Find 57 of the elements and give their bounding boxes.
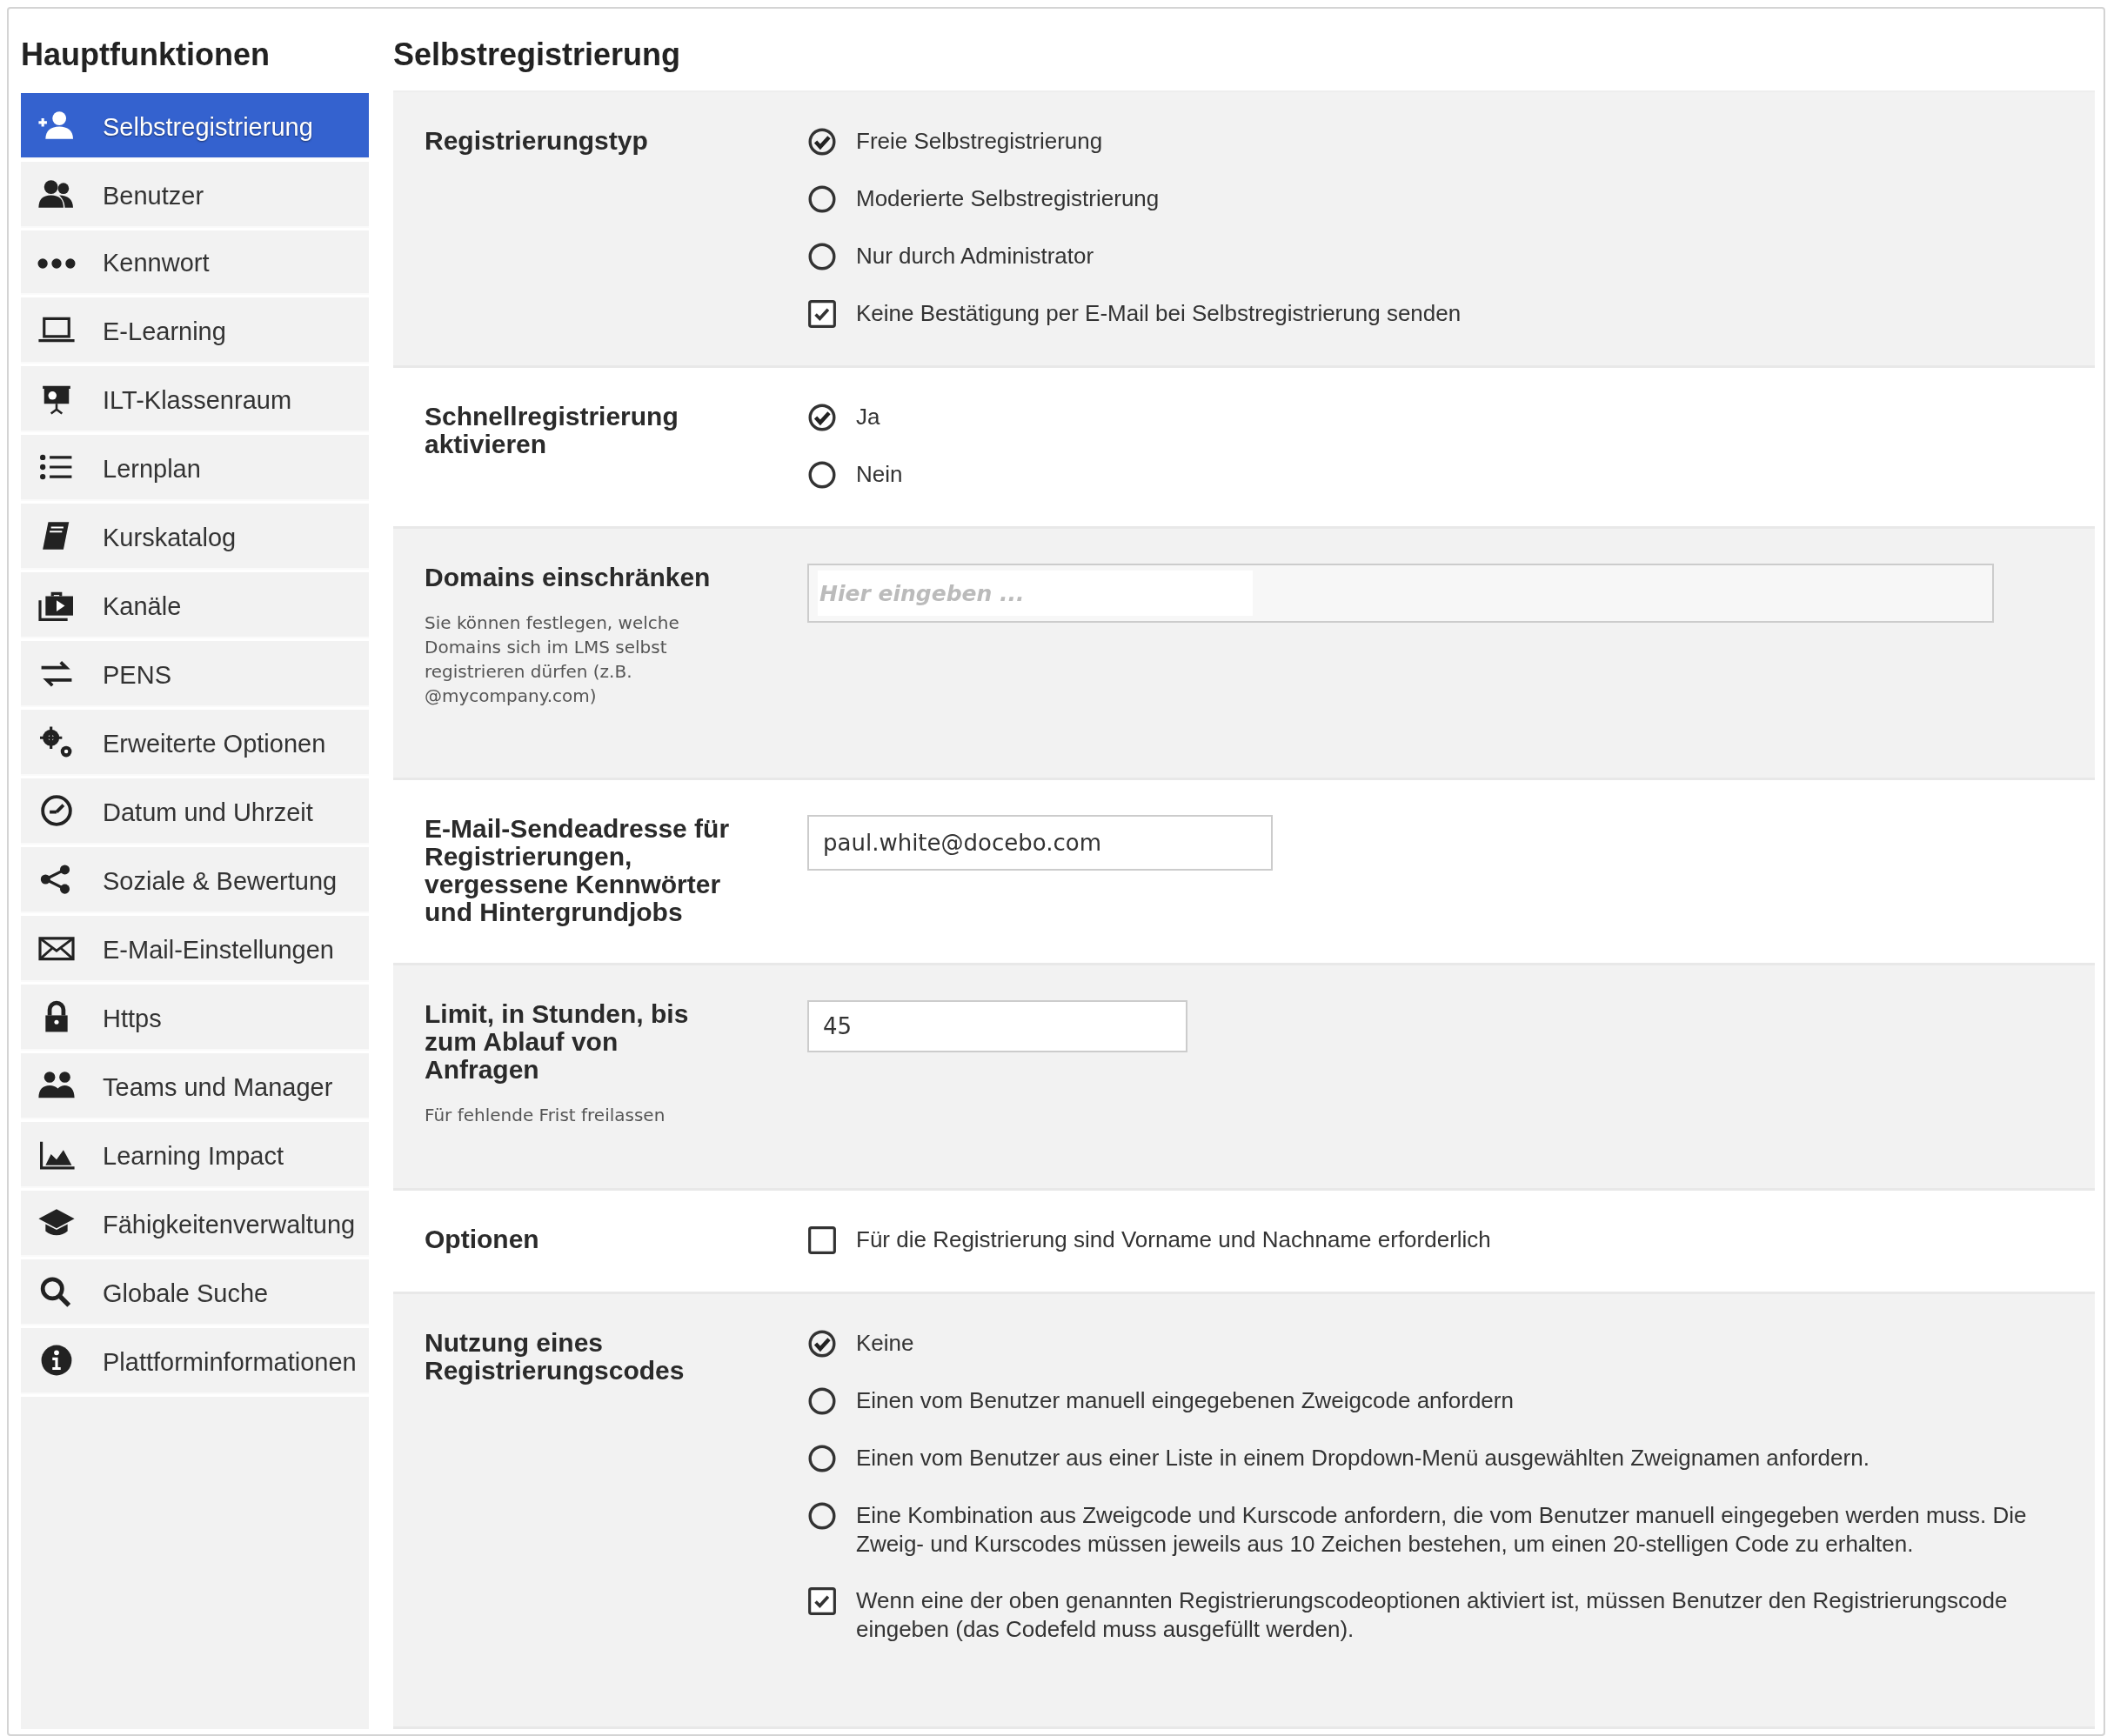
sidebar-item[interactable]: Erweiterte Optionen <box>21 710 369 776</box>
section-label: E-Mail-Sendeadresse für Registrierungen, vergessene Kennwörter und Hintergrundjobs <box>425 815 731 926</box>
option-label: Keine <box>856 1329 914 1358</box>
sidebar-item[interactable]: Datum und Uhrzeit <box>21 778 369 845</box>
sidebar-item[interactable]: Lernplan <box>21 435 369 501</box>
radio-checked-icon[interactable] <box>807 127 837 157</box>
sidebar-item[interactable]: Globale Suche <box>21 1259 369 1325</box>
sidebar-item[interactable]: Https <box>21 985 369 1051</box>
sidebar-item[interactable]: Learning Impact <box>21 1122 369 1188</box>
sidebar-item[interactable]: Kennwort <box>21 230 369 295</box>
help-text: Für fehlende Frist freilassen <box>425 1104 666 1127</box>
sidebar-item[interactable]: Fähigkeitenverwaltung <box>21 1191 369 1257</box>
section-label: Domains einschränken <box>425 564 712 591</box>
sidebar-item[interactable]: Plattforminformationen <box>21 1328 369 1394</box>
sidebar-title: Hauptfunktionen <box>21 36 271 74</box>
sidebar-item[interactable]: Soziale & Bewertung <box>21 847 369 913</box>
option-label: Moderierte Selbstregistrierung <box>856 184 1160 213</box>
sidebar-item[interactable]: E-Mail-Einstellungen <box>21 916 369 982</box>
option-label: Wenn eine der oben genannten Registrierungscodeoptionen aktiviert ist, müssen Benutzer den Registrierungscode eingeben (das Codefeld muss ausgefüllt werden). <box>856 1586 2009 1644</box>
sidebar-item[interactable]: ILT-Klassenraum <box>21 366 369 432</box>
option-label: Nur durch Administrator <box>856 242 1094 270</box>
option-label: Einen vom Benutzer manuell eingegebenen Zweigcode anfordern <box>856 1386 1514 1415</box>
sidebar-item[interactable]: Teams und Manager <box>21 1053 369 1119</box>
sidebar-item[interactable]: PENS <box>21 641 369 707</box>
radio-button[interactable] <box>807 1501 837 1531</box>
sidebar-item[interactable]: Kurskatalog <box>21 504 369 570</box>
section-label: Nutzung eines Registrierungscodes <box>425 1329 686 1385</box>
option-label: Eine Kombination aus Zweigcode und Kurscode anfordern, die vom Benutzer manuell eingegeben werden muss. Die Zweig- und Kurscodes müssen jeweils aus 10 Zeichen bestehen, um einen 20-stelligen Code zu erhalten. <box>856 1501 2028 1559</box>
help-text: Sie können festlegen, welche Domains sich im LMS selbst registrieren dürfen (z.B. @mycompany.com) <box>425 611 680 708</box>
checkbox[interactable] <box>807 299 837 329</box>
radio-button[interactable] <box>807 1444 837 1473</box>
radio-checked-icon[interactable] <box>807 403 837 432</box>
radio-button[interactable] <box>807 460 837 490</box>
option-label: Für die Registrierung sind Vorname und Nachname erforderlich <box>856 1225 1491 1254</box>
domain-input-field[interactable]: Hier eingeben ... <box>818 571 1253 616</box>
section-label: Optionen <box>425 1225 540 1253</box>
checkbox[interactable] <box>807 1225 837 1255</box>
sidebar-item[interactable]: Selbstregistrierung <box>21 93 369 159</box>
radio-button[interactable] <box>807 242 837 271</box>
option-label: Freie Selbstregistrierung <box>856 127 1103 156</box>
checkbox[interactable] <box>807 1586 837 1616</box>
section-label: Limit, in Stunden, bis zum Ablauf von Anfragen <box>425 1000 690 1084</box>
radio-button[interactable] <box>807 1386 837 1416</box>
sidebar-item[interactable]: Benutzer <box>21 162 369 228</box>
option-label: Einen vom Benutzer aus einer Liste in einem Dropdown-Menü ausgewählten Zweignamen anfordern. <box>856 1444 1870 1472</box>
option-label: Keine Bestätigung per E-Mail bei Selbstregistrierung senden <box>856 299 1462 328</box>
option-label: Nein <box>856 460 903 489</box>
radio-button[interactable] <box>807 184 837 214</box>
radio-checked-icon[interactable] <box>807 1329 837 1359</box>
option-label: Ja <box>856 403 880 431</box>
sidebar-item[interactable]: Kanäle <box>21 572 369 638</box>
text-input-field[interactable]: paul.white@docebo.com <box>807 815 1273 871</box>
text-input-field[interactable]: 45 <box>807 1000 1187 1052</box>
sidebar-item[interactable]: E-Learning <box>21 297 369 364</box>
dots-icon <box>37 258 77 269</box>
section-label: Registrierungstyp <box>425 127 649 155</box>
section-label: Schnellregistrierung aktivieren <box>425 403 679 458</box>
